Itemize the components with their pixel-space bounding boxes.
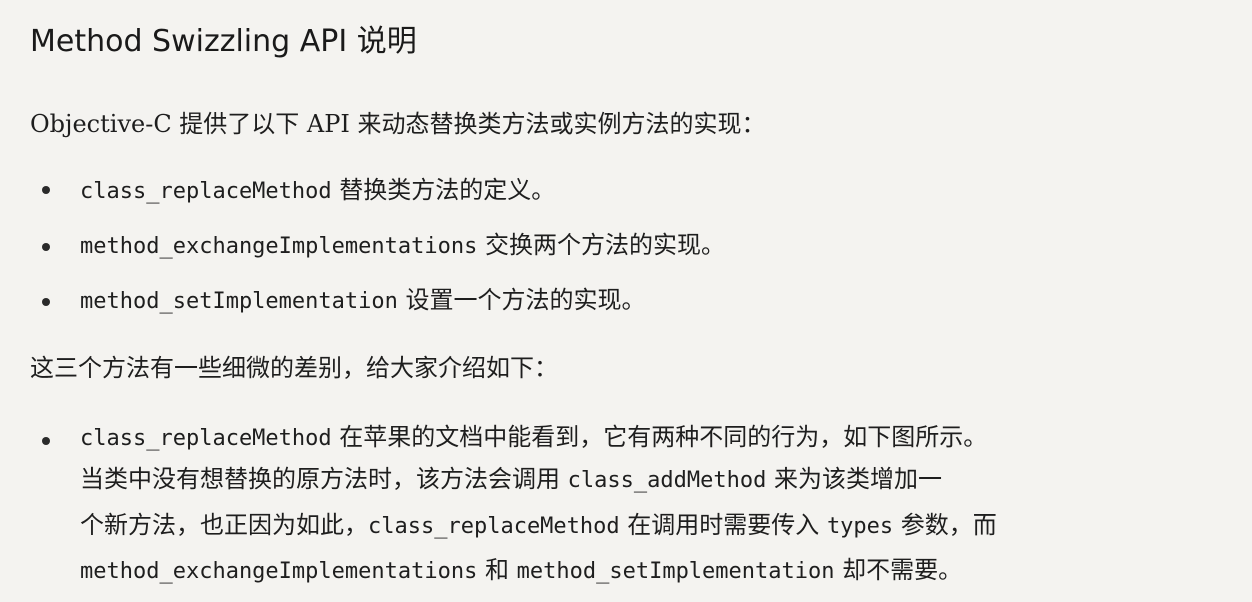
detail-line-2: 当类中没有想替换的原方法时，该方法会调用 class_addMethod 来为该…: [80, 462, 942, 498]
api-item-method-set: method_setImplementation 设置一个方法的实现。: [80, 283, 646, 319]
document-page: Method Swizzling API 说明 Objective-C 提供了以…: [0, 0, 1252, 602]
api-name: method_setImplementation: [80, 289, 398, 314]
api-description: 替换类方法的定义。: [331, 176, 556, 204]
bullet-icon: [42, 298, 50, 306]
detail-line-1: class_replaceMethod 在苹果的文档中能看到，它有两种不同的行为…: [80, 420, 987, 456]
api-name: class_replaceMethod: [80, 179, 332, 204]
api-name: class_addMethod: [567, 468, 767, 493]
api-name: class_replaceMethod: [368, 514, 620, 539]
detail-text: 参数，而: [893, 511, 997, 539]
detail-line-3: 个新方法，也正因为如此，class_replaceMethod 在调用时需要传入…: [80, 508, 997, 544]
detail-line-4: method_exchangeImplementations 和 method_…: [80, 553, 962, 589]
api-name: method_exchangeImplementations: [80, 559, 478, 584]
api-name: method_setImplementation: [516, 559, 835, 584]
summary-paragraph: 这三个方法有一些细微的差别，给大家介绍如下：: [30, 354, 558, 382]
section-heading: Method Swizzling API 说明: [30, 24, 417, 59]
bullet-icon: [42, 243, 50, 251]
bullet-icon: [42, 186, 50, 194]
detail-text: 来为该类增加一: [766, 465, 942, 493]
intro-paragraph: Objective-C 提供了以下 API 来动态替换类方法或实例方法的实现：: [30, 110, 766, 138]
param-name: types: [826, 514, 894, 539]
detail-text: 却不需要。: [834, 556, 963, 584]
detail-text: 在调用时需要传入: [619, 511, 827, 539]
bullet-icon: [42, 437, 50, 445]
api-item-class-replace: class_replaceMethod 替换类方法的定义。: [80, 173, 555, 209]
detail-text: 在苹果的文档中能看到，它有两种不同的行为，如下图所示。: [331, 423, 988, 451]
api-description: 交换两个方法的实现。: [477, 231, 725, 259]
detail-text: 和: [477, 556, 517, 584]
api-name: method_exchangeImplementations: [80, 234, 478, 259]
detail-text: 个新方法，也正因为如此，: [80, 511, 368, 539]
api-item-method-exchange: method_exchangeImplementations 交换两个方法的实现…: [80, 228, 725, 264]
api-description: 设置一个方法的实现。: [397, 286, 646, 314]
detail-text: 当类中没有想替换的原方法时，该方法会调用: [80, 465, 568, 493]
api-name: class_replaceMethod: [80, 426, 332, 451]
